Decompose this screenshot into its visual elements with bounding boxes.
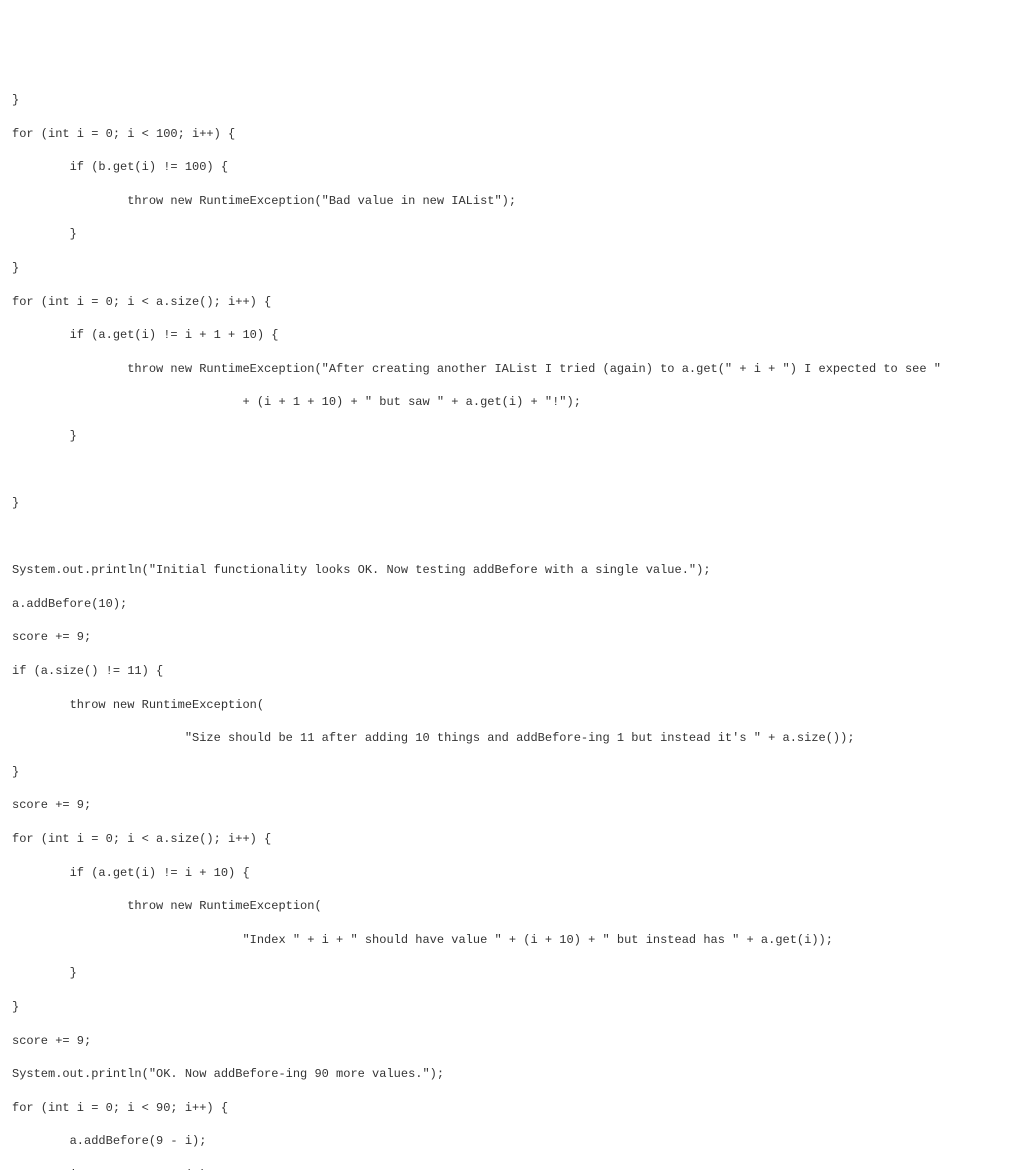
code-line: throw new RuntimeException( — [12, 697, 1012, 714]
code-line: int get0 = a.get(0); — [12, 1167, 1012, 1170]
code-line: } — [12, 226, 1012, 243]
code-line: if (b.get(i) != 100) { — [12, 159, 1012, 176]
code-line: } — [12, 92, 1012, 109]
code-line: score += 9; — [12, 1033, 1012, 1050]
code-line: "Index " + i + " should have value " + (… — [12, 932, 1012, 949]
code-line: throw new RuntimeException("Bad value in… — [12, 193, 1012, 210]
code-line: } — [12, 965, 1012, 982]
code-line: for (int i = 0; i < a.size(); i++) { — [12, 831, 1012, 848]
code-line — [12, 462, 1012, 479]
code-line: for (int i = 0; i < a.size(); i++) { — [12, 294, 1012, 311]
code-line: System.out.println("Initial functionalit… — [12, 562, 1012, 579]
code-line: + (i + 1 + 10) + " but saw " + a.get(i) … — [12, 394, 1012, 411]
code-line: for (int i = 0; i < 100; i++) { — [12, 126, 1012, 143]
code-line: a.addBefore(10); — [12, 596, 1012, 613]
code-line: } — [12, 999, 1012, 1016]
code-line: if (a.size() != 11) { — [12, 663, 1012, 680]
code-viewer: } for (int i = 0; i < 100; i++) { if (b.… — [12, 75, 1012, 1170]
code-line: throw new RuntimeException( — [12, 898, 1012, 915]
code-line: score += 9; — [12, 629, 1012, 646]
code-line: System.out.println("OK. Now addBefore-in… — [12, 1066, 1012, 1083]
code-line: a.addBefore(9 - i); — [12, 1133, 1012, 1150]
code-line: } — [12, 495, 1012, 512]
code-line: } — [12, 428, 1012, 445]
code-line: } — [12, 260, 1012, 277]
code-line: "Size should be 11 after adding 10 thing… — [12, 730, 1012, 747]
code-line: if (a.get(i) != i + 1 + 10) { — [12, 327, 1012, 344]
code-line: score += 9; — [12, 797, 1012, 814]
code-line: if (a.get(i) != i + 10) { — [12, 865, 1012, 882]
code-line: throw new RuntimeException("After creati… — [12, 361, 1012, 378]
code-line: } — [12, 764, 1012, 781]
code-line — [12, 529, 1012, 546]
code-line: for (int i = 0; i < 90; i++) { — [12, 1100, 1012, 1117]
